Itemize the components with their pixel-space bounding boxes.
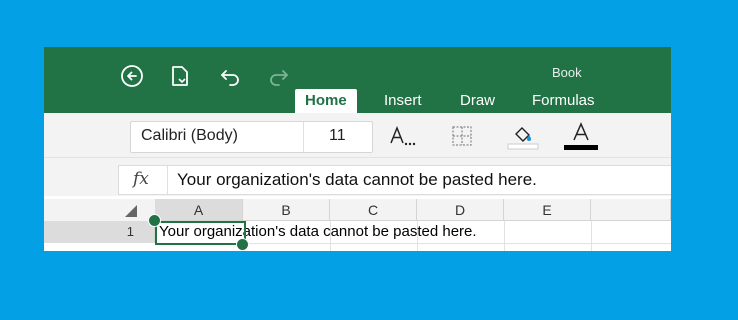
- borders-icon[interactable]: [450, 121, 474, 151]
- back-icon[interactable]: [119, 63, 145, 89]
- column-header-b[interactable]: B: [243, 199, 330, 221]
- worksheet-grid: A B C D E 1 Your organization's data can…: [44, 199, 671, 251]
- gridline: [591, 221, 592, 251]
- redo-icon[interactable]: [266, 63, 292, 89]
- title-bar: Book Home Insert Draw Formulas: [44, 47, 671, 113]
- font-color-icon[interactable]: [563, 121, 599, 151]
- gridline: [504, 221, 505, 251]
- column-header-c[interactable]: C: [330, 199, 417, 221]
- fill-color-icon[interactable]: [507, 121, 539, 151]
- font-options-icon[interactable]: [388, 121, 418, 151]
- selection-handle-top[interactable]: [148, 214, 161, 227]
- column-header-d[interactable]: D: [417, 199, 504, 221]
- select-all-corner[interactable]: [44, 199, 156, 222]
- formula-input[interactable]: fx Your organization's data cannot be pa…: [118, 165, 671, 195]
- tab-draw[interactable]: Draw: [450, 89, 505, 113]
- ribbon: Calibri (Body) 11: [44, 113, 671, 158]
- tab-formulas[interactable]: Formulas: [522, 89, 605, 113]
- row-header-1[interactable]: 1: [44, 221, 155, 243]
- font-divider: [303, 122, 304, 152]
- font-size[interactable]: 11: [329, 127, 346, 145]
- undo-icon[interactable]: [217, 63, 243, 89]
- tab-insert[interactable]: Insert: [374, 89, 432, 113]
- font-picker[interactable]: Calibri (Body) 11: [130, 121, 373, 153]
- tab-home[interactable]: Home: [295, 89, 357, 113]
- formula-value[interactable]: Your organization's data cannot be paste…: [177, 170, 537, 190]
- formula-divider: [167, 166, 168, 194]
- selection-handle-bottom[interactable]: [236, 238, 249, 251]
- formula-bar: fx Your organization's data cannot be pa…: [44, 158, 671, 196]
- cell-selection[interactable]: [155, 221, 246, 245]
- document-title: Book: [552, 65, 582, 80]
- excel-window: Book Home Insert Draw Formulas Calibri (…: [44, 47, 671, 251]
- column-header-f[interactable]: [591, 199, 671, 221]
- column-header-e[interactable]: E: [504, 199, 591, 221]
- font-name[interactable]: Calibri (Body): [141, 127, 238, 145]
- file-icon[interactable]: [167, 63, 193, 89]
- column-header-a[interactable]: A: [155, 199, 243, 221]
- fx-icon[interactable]: fx: [133, 169, 149, 189]
